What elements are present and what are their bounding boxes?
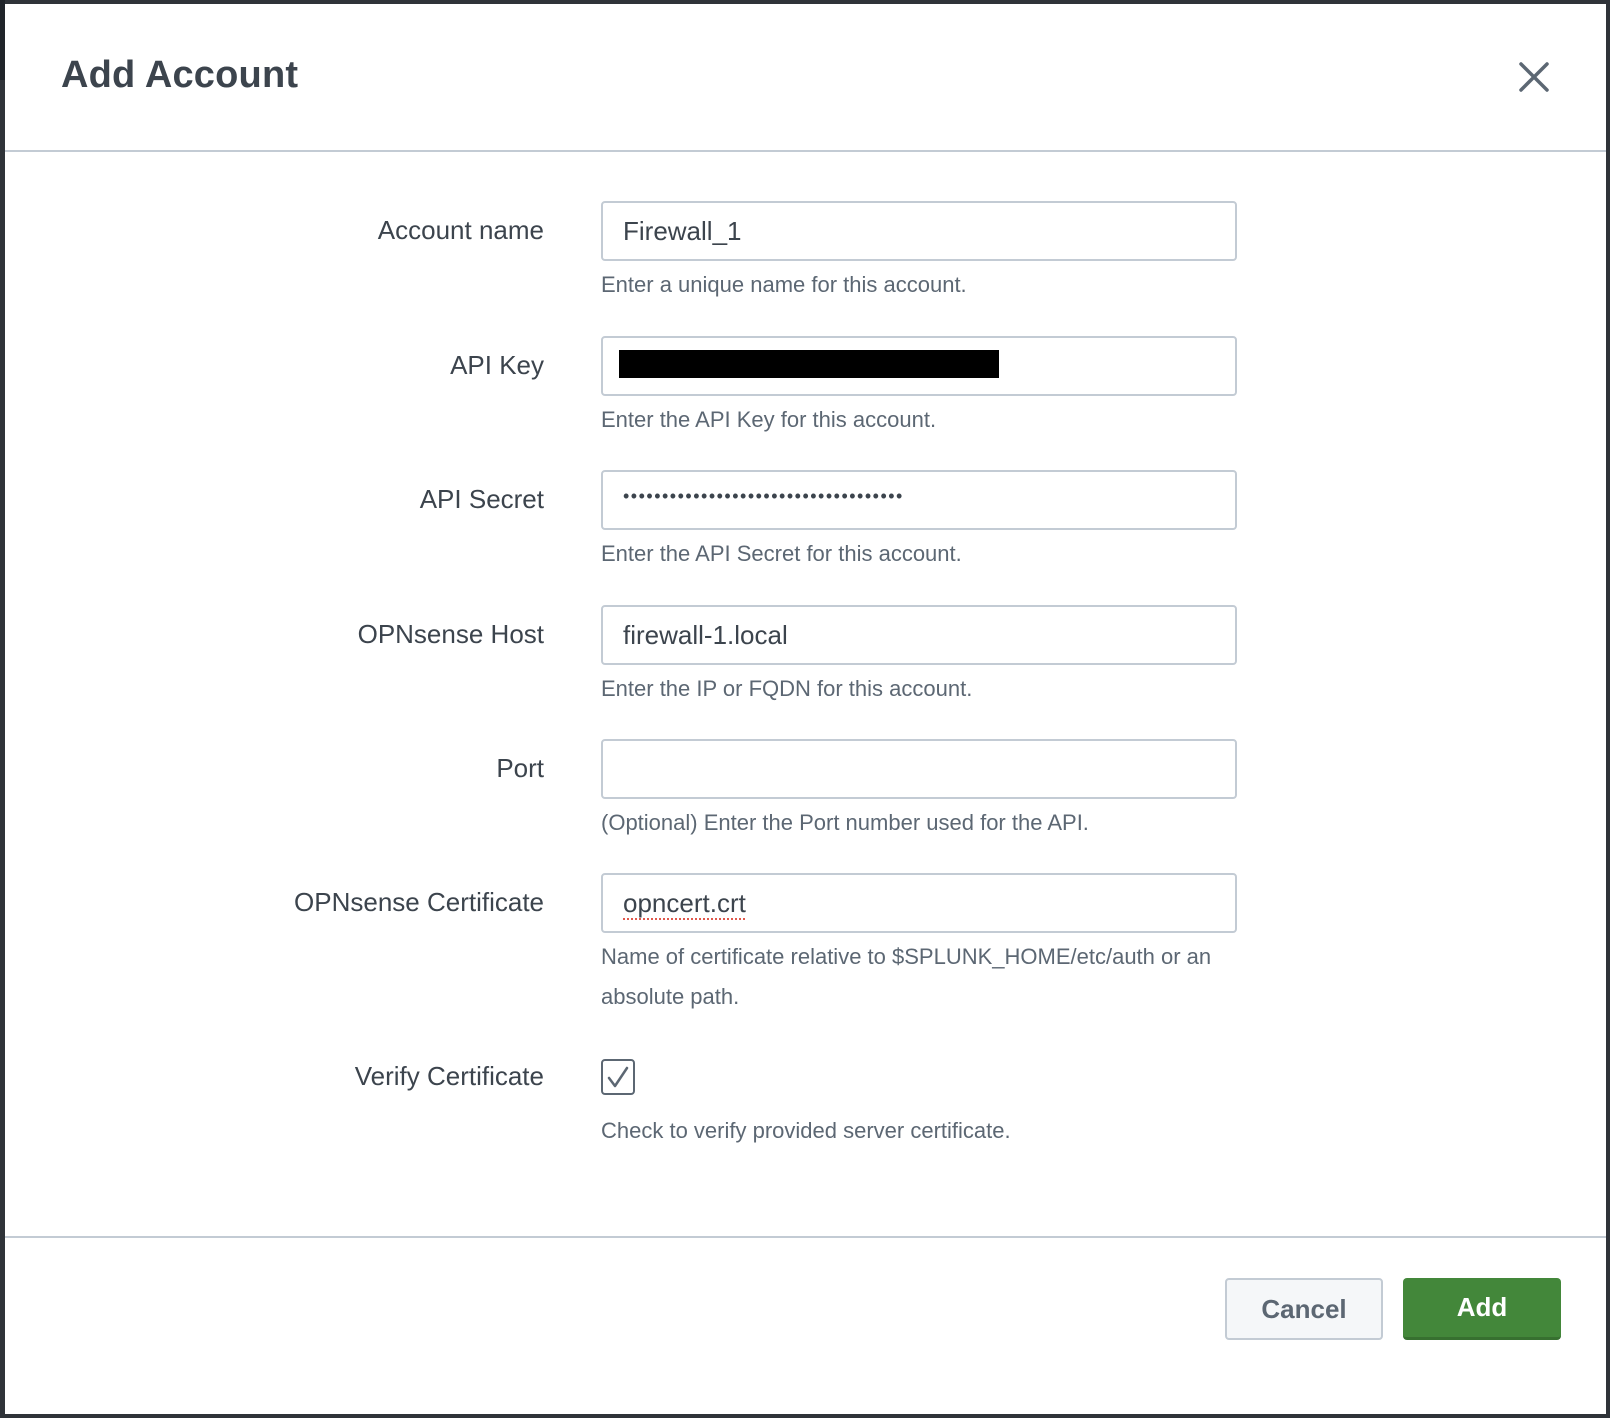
verify-certificate-help: Check to verify provided server certific… — [601, 1118, 1011, 1143]
certificate-help: Name of certificate relative to $SPLUNK_… — [601, 944, 1212, 1009]
account-name-label: Account name — [377, 215, 544, 245]
host-label: OPNsense Host — [357, 619, 544, 649]
api-key-input[interactable] — [601, 336, 1237, 396]
host-help: Enter the IP or FQDN for this account. — [601, 676, 973, 701]
port-help: (Optional) Enter the Port number used fo… — [601, 810, 1089, 835]
api-secret-input[interactable]: •••••••••••••••••••••••••••••••••••• — [601, 470, 1237, 530]
port-input[interactable] — [601, 739, 1237, 799]
close-icon — [1519, 62, 1549, 92]
host-input[interactable] — [601, 605, 1237, 665]
account-name-help: Enter a unique name for this account. — [601, 272, 967, 297]
api-secret-help: Enter the API Secret for this account. — [601, 541, 962, 566]
checkmark-icon — [607, 1066, 629, 1088]
certificate-value: opncert.crt — [623, 888, 746, 918]
certificate-label: OPNsense Certificate — [294, 887, 544, 917]
add-button[interactable]: Add — [1403, 1278, 1561, 1340]
add-account-modal: Add Account Account name Enter a unique … — [5, 4, 1606, 1414]
api-key-redaction — [619, 350, 999, 378]
account-name-input[interactable] — [601, 201, 1237, 261]
api-secret-label: API Secret — [419, 484, 544, 514]
modal-title: Add Account — [61, 54, 299, 96]
port-label: Port — [496, 753, 544, 783]
api-secret-masked-value: •••••••••••••••••••••••••••••••••••• — [623, 486, 904, 506]
cancel-button[interactable]: Cancel — [1225, 1278, 1383, 1340]
modal-footer: Cancel Add — [5, 1236, 1606, 1416]
api-key-label: API Key — [450, 350, 544, 380]
modal-header: Add Account — [5, 4, 1606, 152]
verify-certificate-label: Verify Certificate — [354, 1061, 544, 1091]
certificate-input[interactable]: opncert.crt — [601, 873, 1237, 933]
api-key-help: Enter the API Key for this account. — [601, 407, 937, 432]
verify-certificate-checkbox[interactable] — [601, 1059, 635, 1095]
close-button[interactable] — [1517, 60, 1551, 94]
